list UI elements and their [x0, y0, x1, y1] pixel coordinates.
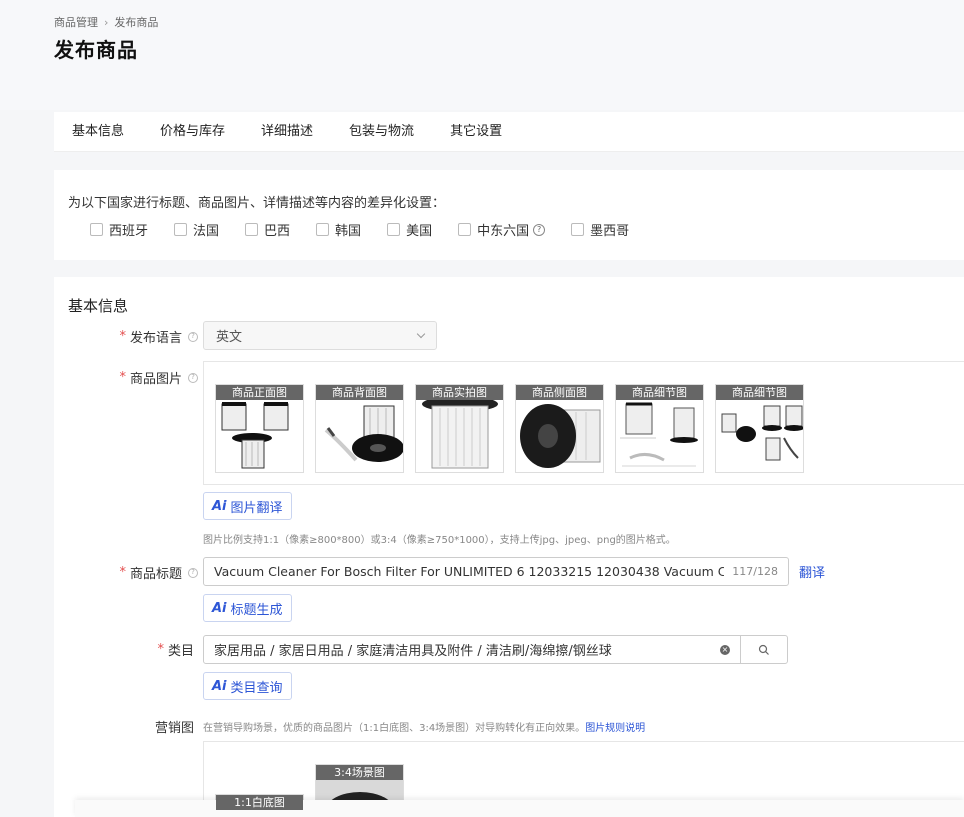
checkbox-icon[interactable] — [316, 223, 330, 236]
ai-icon: Ai — [212, 678, 227, 694]
product-title-input[interactable]: Vacuum Cleaner For Bosch Filter For UNLI… — [203, 557, 789, 586]
bottom-action-bar — [75, 800, 964, 817]
country-brazil[interactable]: 巴西 — [245, 220, 290, 239]
thumb-label: 商品细节图 — [716, 385, 803, 400]
image-translate-button[interactable]: Ai 图片翻译 — [203, 492, 292, 520]
country-middle-east[interactable]: 中东六国? — [458, 220, 546, 239]
question-circle-icon[interactable]: ? — [188, 331, 198, 342]
thumb-label: 3:4场景图 — [316, 765, 403, 780]
tab-price-stock[interactable]: 价格与库存 — [142, 112, 243, 152]
thumb-label: 1:1白底图 — [216, 795, 303, 810]
image-format-hint: 图片比例支持1:1（像素≥800*800）或3:4（像素≥750*1000），支… — [203, 535, 676, 546]
checkbox-icon[interactable] — [174, 223, 188, 236]
tab-description[interactable]: 详细描述 — [243, 112, 331, 152]
thumb-label: 商品实拍图 — [416, 385, 503, 400]
title-generate-button[interactable]: Ai 标题生成 — [203, 594, 292, 622]
product-images-label: * 商品图片? — [54, 368, 198, 387]
search-icon — [758, 644, 769, 655]
language-select[interactable]: 英文 — [203, 321, 437, 350]
product-image-thumb[interactable]: 商品背面图 — [315, 384, 404, 473]
thumb-label: 商品正面图 — [216, 385, 303, 400]
product-images-box: 商品正面图 商品背面图 商品实拍图 商品侧面图 商品细节图 商品细节图 — [203, 361, 964, 485]
country-checkbox-list: 西班牙 法国 巴西 韩国 美国 中东六国? 墨西哥 — [90, 220, 655, 239]
product-image-thumb[interactable]: 商品细节图 — [615, 384, 704, 473]
checkbox-icon[interactable] — [245, 223, 259, 236]
basic-info-card: 基本信息 * 发布语言? 英文 * 商品图片? 商品正面图 商品背面图 商品实拍… — [54, 277, 964, 817]
category-query-button[interactable]: Ai 类目查询 — [203, 672, 292, 700]
filter-image — [721, 405, 803, 461]
basic-info-section-title: 基本信息 — [68, 297, 129, 315]
required-mark: * — [119, 370, 126, 385]
tab-packaging[interactable]: 包装与物流 — [331, 112, 432, 152]
question-circle-icon[interactable]: ? — [188, 567, 198, 578]
filter-image — [520, 404, 601, 468]
thumb-label: 商品侧面图 — [516, 385, 603, 400]
checkbox-icon[interactable] — [571, 223, 585, 236]
ai-icon: Ai — [212, 600, 227, 616]
checkbox-icon[interactable] — [90, 223, 103, 236]
category-value: 家居用品 / 家居日用品 / 家庭清洁用具及附件 / 清洁刷/海绵擦/钢丝球 — [214, 644, 612, 659]
product-image-thumb[interactable]: 商品实拍图 — [415, 384, 504, 473]
breadcrumb: 商品管理 › 发布商品 — [54, 14, 158, 30]
product-title-label: * 商品标题? — [54, 563, 198, 582]
marketing-hint: 在营销导购场景，优质的商品图片（1:1白底图、3:4场景图）对导购转化有正向效果… — [203, 723, 646, 734]
required-mark: * — [119, 565, 126, 580]
image-rules-link[interactable]: 图片规则说明 — [585, 723, 645, 734]
required-mark: * — [157, 642, 164, 657]
country-mexico[interactable]: 墨西哥 — [571, 220, 629, 239]
ai-icon: Ai — [212, 498, 227, 514]
breadcrumb-root[interactable]: 商品管理 — [54, 14, 98, 30]
country-settings-card: 为以下国家进行标题、商品图片、详情描述等内容的差异化设置： 西班牙 法国 巴西 … — [54, 170, 964, 260]
filter-image — [324, 405, 403, 462]
country-korea[interactable]: 韩国 — [316, 220, 361, 239]
tab-other-settings[interactable]: 其它设置 — [432, 112, 520, 152]
country-spain[interactable]: 西班牙 — [90, 220, 148, 239]
filter-image — [221, 402, 289, 469]
product-title-value: Vacuum Cleaner For Bosch Filter For UNLI… — [214, 564, 724, 579]
product-image-thumb[interactable]: 商品细节图 — [715, 384, 804, 473]
marketing-image-label: 营销图 — [154, 721, 194, 736]
category-search-button[interactable] — [740, 635, 788, 664]
section-tabs: 基本信息 价格与库存 详细描述 包装与物流 其它设置 — [54, 112, 964, 152]
filter-image — [422, 400, 498, 469]
breadcrumb-current: 发布商品 — [114, 16, 159, 29]
chevron-down-icon — [416, 329, 426, 339]
category-label: * 类目 — [157, 642, 194, 659]
breadcrumb-separator-icon: › — [104, 15, 109, 29]
thumb-label: 商品背面图 — [316, 385, 403, 400]
translate-link[interactable]: 翻译 — [799, 562, 825, 581]
language-select-value: 英文 — [216, 330, 243, 345]
country-usa[interactable]: 美国 — [387, 220, 432, 239]
page-title: 发布商品 — [54, 38, 138, 62]
language-label: * 发布语言? — [54, 327, 198, 346]
country-france[interactable]: 法国 — [174, 220, 219, 239]
product-image-thumb[interactable]: 商品侧面图 — [515, 384, 604, 473]
required-mark: * — [119, 329, 126, 344]
title-char-count: 117/128 — [732, 565, 778, 578]
filter-image — [620, 402, 698, 467]
clear-icon[interactable]: × — [720, 644, 730, 655]
tab-basic-info[interactable]: 基本信息 — [54, 112, 142, 152]
product-image-thumb[interactable]: 商品正面图 — [215, 384, 304, 473]
category-input[interactable]: 家居用品 / 家居日用品 / 家庭清洁用具及附件 / 清洁刷/海绵擦/钢丝球 × — [203, 635, 741, 664]
question-circle-icon[interactable]: ? — [533, 223, 546, 236]
checkbox-icon[interactable] — [458, 223, 472, 236]
question-circle-icon[interactable]: ? — [188, 372, 198, 383]
checkbox-icon[interactable] — [387, 223, 401, 236]
country-settings-title: 为以下国家进行标题、商品图片、详情描述等内容的差异化设置： — [68, 196, 446, 211]
thumb-label: 商品细节图 — [616, 385, 703, 400]
